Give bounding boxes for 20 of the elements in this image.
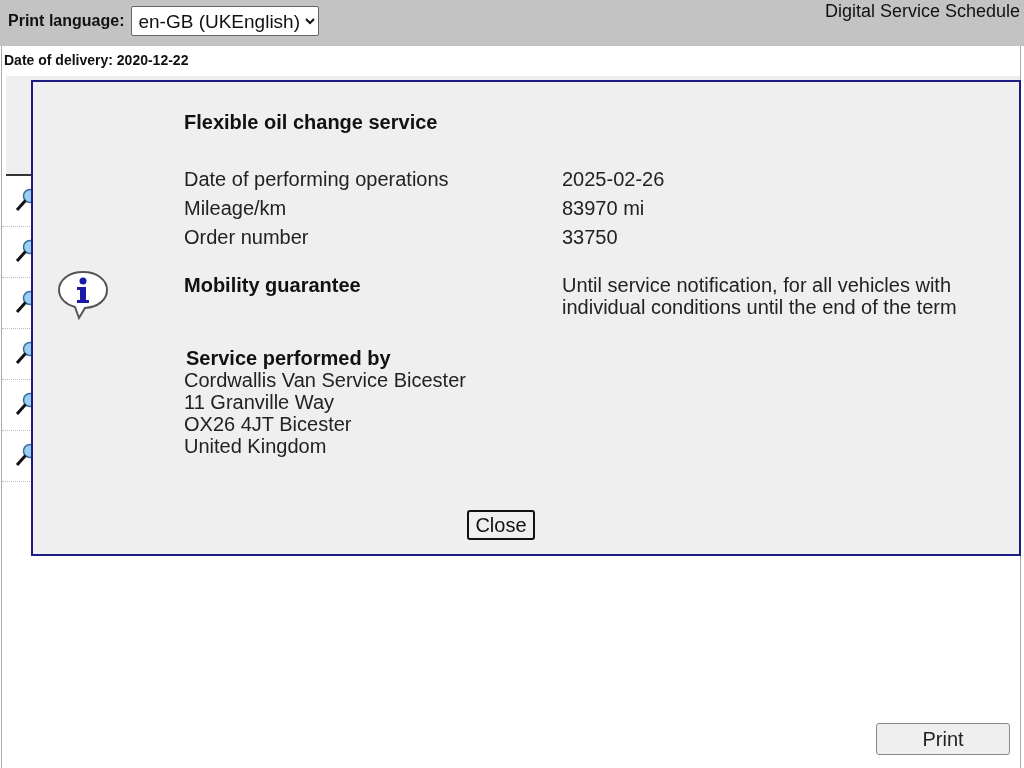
address-line: OX26 4JT Bicester (184, 413, 353, 435)
detail-label: Order number (184, 225, 310, 250)
dialog-title: Flexible oil change service (184, 111, 439, 135)
print-button[interactable]: Print (876, 723, 1010, 755)
guarantee-text: Until service notification, for all vehicles with individual conditions until the end of the term (562, 274, 958, 318)
address-line: United Kingdom (184, 435, 328, 457)
guarantee-label: Mobility guarantee (184, 274, 362, 298)
detail-value: 2025-02-26 (562, 167, 666, 192)
print-language-label: Print language: (8, 12, 125, 30)
performed-by-heading: Service performed by (185, 347, 392, 369)
close-button[interactable]: Close (467, 510, 535, 540)
detail-label: Date of performing operations (184, 167, 450, 192)
address-line: 11 Granville Way (184, 391, 336, 413)
detail-value: 33750 (562, 225, 619, 250)
address-line: Cordwallis Van Service Bicester (184, 369, 467, 391)
detail-label: Mileage/km (184, 196, 288, 221)
page-title: Digital Service Schedule (824, 1, 1020, 22)
language-select[interactable]: en-GB (UKEnglish) (131, 6, 320, 36)
delivery-date: Date of delivery: 2020-12-22 (3, 51, 190, 70)
detail-value: 83970 mi (562, 196, 646, 221)
